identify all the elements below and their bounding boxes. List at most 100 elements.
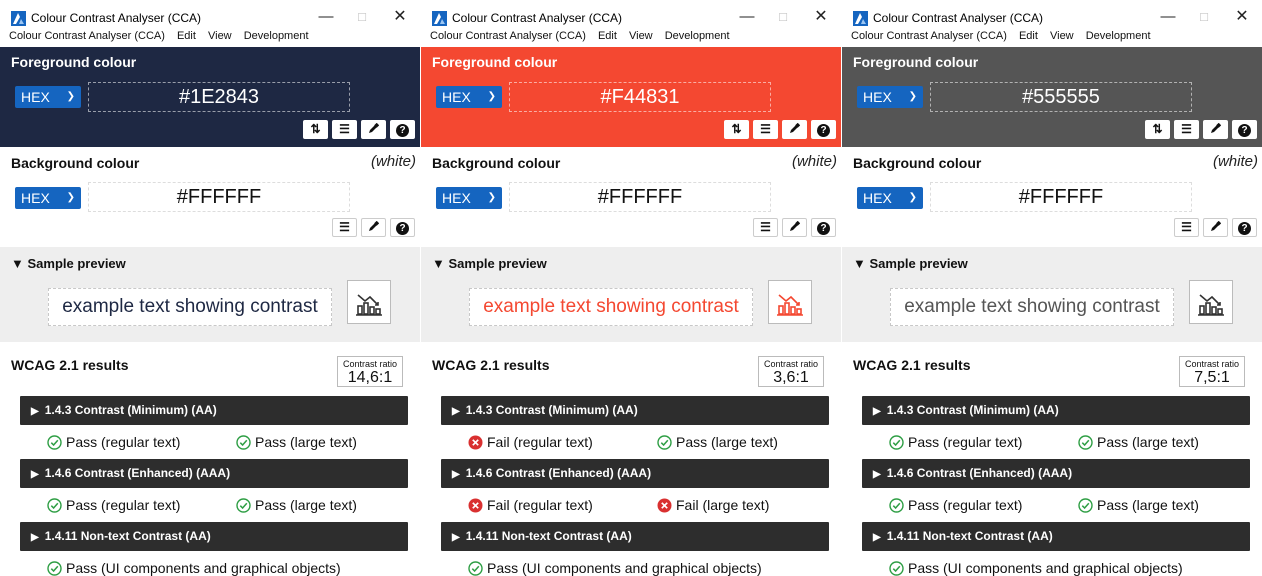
sliders-icon[interactable]: ☰ (332, 218, 357, 237)
close-icon[interactable]: ✕ (1232, 7, 1252, 27)
sample-preview-toggle[interactable]: ▼ Sample preview (853, 256, 968, 271)
menu-edit[interactable]: Edit (598, 30, 617, 42)
minimize-icon[interactable]: — (1158, 7, 1178, 27)
help-icon[interactable]: ? (1232, 218, 1257, 237)
cca-window-1: Colour Contrast Analyser (CCA) — □ ✕ Col… (0, 0, 420, 576)
foreground-format-select[interactable]: HEX ❯ (857, 86, 923, 108)
eyedropper-icon[interactable] (782, 120, 807, 139)
wcag-results-section: WCAG 2.1 results Contrast ratio 3,6:1 ▶ 1… (421, 342, 841, 576)
minimize-icon[interactable]: — (737, 7, 757, 27)
help-icon[interactable]: ? (811, 120, 836, 139)
foreground-hex-input[interactable]: #555555 (930, 82, 1192, 112)
close-icon[interactable]: ✕ (811, 7, 831, 27)
foreground-label: Foreground colour (432, 54, 558, 70)
menu-app[interactable]: Colour Contrast Analyser (CCA) (851, 30, 1007, 42)
menu-development[interactable]: Development (1086, 30, 1151, 42)
help-icon[interactable]: ? (390, 218, 415, 237)
criterion-1-4-3-toggle[interactable]: ▶ 1.4.3 Contrast (Minimum) (AA) (862, 396, 1250, 425)
foreground-section: Foreground colour HEX ❯ #F44831 ⇅ ☰ ? (421, 47, 841, 147)
chart-icon[interactable] (1189, 280, 1233, 324)
menu-view[interactable]: View (629, 30, 653, 42)
swap-icon[interactable]: ⇅ (724, 120, 749, 139)
background-hex-input[interactable]: #FFFFFF (509, 182, 771, 212)
maximize-icon[interactable]: □ (773, 7, 793, 27)
foreground-format-select[interactable]: HEX ❯ (436, 86, 502, 108)
background-format-select[interactable]: HEX ❯ (857, 187, 923, 209)
result-item: Pass (UI components and graphical object… (468, 560, 762, 576)
app-icon (432, 11, 447, 26)
sliders-icon[interactable]: ☰ (1174, 218, 1199, 237)
criterion-1-4-6-toggle[interactable]: ▶ 1.4.6 Contrast (Enhanced) (AAA) (862, 459, 1250, 488)
sliders-icon[interactable]: ☰ (753, 218, 778, 237)
contrast-ratio-value: 7,5:1 (1194, 369, 1230, 386)
chevron-down-icon: ❯ (66, 192, 75, 203)
close-icon[interactable]: ✕ (390, 7, 410, 27)
maximize-icon[interactable]: □ (352, 7, 372, 27)
sample-preview-toggle[interactable]: ▼ Sample preview (432, 256, 547, 271)
foreground-label: Foreground colour (853, 54, 979, 70)
sample-preview-section: ▼ Sample preview example text showing co… (421, 247, 841, 342)
eyedropper-icon[interactable] (782, 218, 807, 237)
eyedropper-icon[interactable] (361, 120, 386, 139)
window-title: Colour Contrast Analyser (CCA) (873, 11, 1044, 25)
result-item: Pass (large text) (236, 497, 357, 513)
menu-development[interactable]: Development (244, 30, 309, 42)
menu-app[interactable]: Colour Contrast Analyser (CCA) (9, 30, 165, 42)
help-icon[interactable]: ? (1232, 120, 1257, 139)
criterion-title: 1.4.3 Contrast (Minimum) (AA) (465, 403, 638, 417)
eyedropper-icon[interactable] (1203, 218, 1228, 237)
chevron-down-icon: ❯ (908, 192, 917, 203)
sliders-icon[interactable]: ☰ (332, 120, 357, 139)
title-bar[interactable]: Colour Contrast Analyser (CCA) — □ ✕ (421, 0, 841, 29)
chart-icon[interactable] (347, 280, 391, 324)
eyedropper-icon[interactable] (1203, 120, 1228, 139)
result-item: Pass (regular text) (47, 434, 180, 450)
pass-icon (47, 498, 62, 513)
menu-edit[interactable]: Edit (1019, 30, 1038, 42)
swap-icon[interactable]: ⇅ (1145, 120, 1170, 139)
title-bar[interactable]: Colour Contrast Analyser (CCA) — □ ✕ (842, 0, 1262, 29)
criterion-1-4-6-toggle[interactable]: ▶ 1.4.6 Contrast (Enhanced) (AAA) (20, 459, 408, 488)
menu-app[interactable]: Colour Contrast Analyser (CCA) (430, 30, 586, 42)
menu-edit[interactable]: Edit (177, 30, 196, 42)
eyedropper-icon[interactable] (361, 218, 386, 237)
format-value: HEX (863, 190, 892, 206)
criterion-1-4-11-toggle[interactable]: ▶ 1.4.11 Non-text Contrast (AA) (862, 522, 1250, 551)
foreground-hex-input[interactable]: #1E2843 (88, 82, 350, 112)
foreground-label: Foreground colour (11, 54, 137, 70)
criterion-1-4-11-toggle[interactable]: ▶ 1.4.11 Non-text Contrast (AA) (20, 522, 408, 551)
result-item: Fail (large text) (657, 497, 769, 513)
result-item: Pass (regular text) (47, 497, 180, 513)
maximize-icon[interactable]: □ (1194, 7, 1214, 27)
background-colour-name: (white) (1212, 153, 1258, 170)
sample-preview-toggle[interactable]: ▼ Sample preview (11, 256, 126, 271)
title-bar[interactable]: Colour Contrast Analyser (CCA) — □ ✕ (0, 0, 420, 29)
background-format-select[interactable]: HEX ❯ (436, 187, 502, 209)
format-value: HEX (442, 89, 471, 105)
help-icon[interactable]: ? (811, 218, 836, 237)
help-icon[interactable]: ? (390, 120, 415, 139)
foreground-format-select[interactable]: HEX ❯ (15, 86, 81, 108)
menu-view[interactable]: View (208, 30, 232, 42)
background-hex-input[interactable]: #FFFFFF (930, 182, 1192, 212)
swap-icon[interactable]: ⇅ (303, 120, 328, 139)
minimize-icon[interactable]: — (316, 7, 336, 27)
foreground-hex-input[interactable]: #F44831 (509, 82, 771, 112)
menu-development[interactable]: Development (665, 30, 730, 42)
contrast-ratio-box: Contrast ratio 14,6:1 (337, 356, 403, 387)
result-item: Pass (large text) (236, 434, 357, 450)
criterion-1-4-6-toggle[interactable]: ▶ 1.4.6 Contrast (Enhanced) (AAA) (441, 459, 829, 488)
pass-icon (1078, 498, 1093, 513)
sliders-icon[interactable]: ☰ (753, 120, 778, 139)
wcag-results-section: WCAG 2.1 results Contrast ratio 14,6:1 ▶… (0, 342, 420, 576)
chart-icon[interactable] (768, 280, 812, 324)
criterion-1-4-11-toggle[interactable]: ▶ 1.4.11 Non-text Contrast (AA) (441, 522, 829, 551)
criterion-1-4-3-toggle[interactable]: ▶ 1.4.3 Contrast (Minimum) (AA) (20, 396, 408, 425)
sliders-icon[interactable]: ☰ (1174, 120, 1199, 139)
background-hex-input[interactable]: #FFFFFF (88, 182, 350, 212)
background-format-select[interactable]: HEX ❯ (15, 187, 81, 209)
criterion-1-4-3-toggle[interactable]: ▶ 1.4.3 Contrast (Minimum) (AA) (441, 396, 829, 425)
criterion-title: 1.4.6 Contrast (Enhanced) (AAA) (465, 466, 652, 480)
pass-icon (236, 498, 251, 513)
menu-view[interactable]: View (1050, 30, 1074, 42)
